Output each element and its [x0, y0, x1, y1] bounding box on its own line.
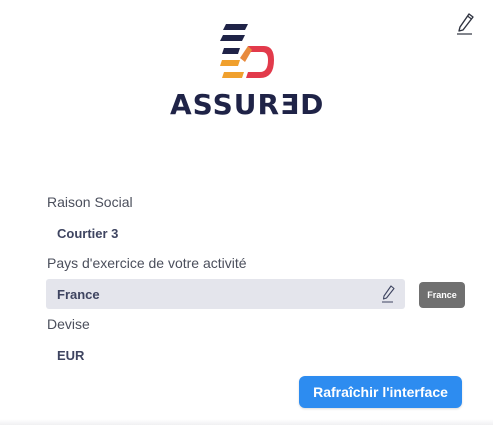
devise-label: Devise — [47, 316, 90, 332]
logo-mark — [220, 24, 274, 78]
brand-logo: ASSURƎD — [170, 22, 330, 132]
pays-field[interactable]: France — [46, 279, 405, 309]
pencil-icon[interactable] — [455, 12, 475, 36]
devise-value: EUR — [57, 348, 85, 363]
bottom-divider — [0, 419, 493, 425]
country-badge: France — [419, 282, 465, 308]
raison-social-value: Courtier 3 — [57, 226, 119, 241]
refresh-interface-button[interactable]: Rafraîchir l'interface — [299, 376, 462, 408]
brand-wordmark: ASSURƎD — [170, 88, 325, 121]
pencil-icon[interactable] — [381, 285, 395, 303]
raison-social-label: Raison Social — [47, 194, 133, 210]
pays-label: Pays d'exercice de votre activité — [47, 255, 247, 271]
pays-value: France — [57, 287, 100, 302]
